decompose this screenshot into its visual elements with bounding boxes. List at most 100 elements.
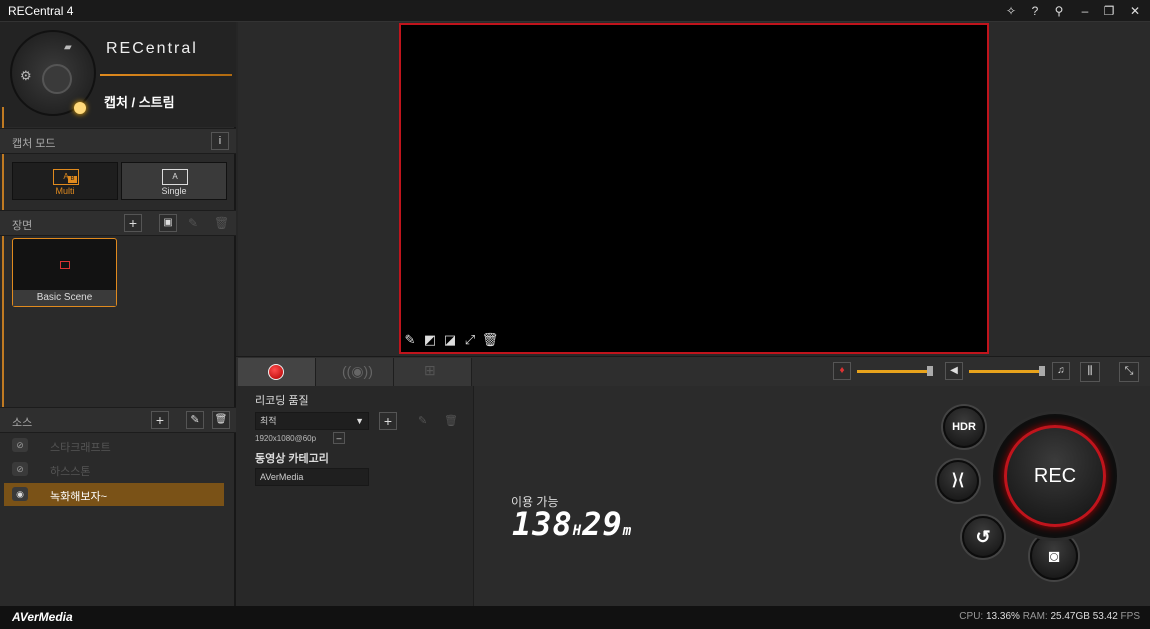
edit-quality-icon[interactable]: ✎ [418,414,427,427]
replay-icon[interactable]: ↺ [962,516,1004,558]
delete-quality-icon[interactable]: 🗑 [444,414,458,427]
gear-icon[interactable]: ⚙ [20,68,32,84]
headphones-icon[interactable]: ♫ [1052,362,1070,380]
quality-label: 리코딩 품질 [255,395,309,407]
multi-mode-button[interactable]: A B Multi [12,162,118,200]
mode-label: 캡처 / 스트림 [104,95,175,110]
minutes-unit: m [622,523,633,539]
close-icon[interactable]: ✕ [1124,2,1146,20]
edit-icon[interactable]: ✎ [401,330,419,350]
camera-icon[interactable]: ◙ [1030,532,1078,580]
scenes-header: 장면 + ▣ ✎ 🗑 [0,210,236,236]
left-panel: ⚙ ▰ RECentral 캡처 / 스트림 캡처 모드 i A B Multi… [0,22,236,606]
scene-label: Basic Scene [13,290,116,306]
logo-underline [100,74,232,76]
recentral-logo: RECentral [106,40,198,57]
rec-button[interactable]: REC [1004,425,1106,527]
trash-icon[interactable]: 🗑 [481,330,499,350]
title-bar: RECentral 4 ✧ ? ⚲ – ❐ ✕ [0,0,1150,22]
single-mode-button[interactable]: A Single [121,162,227,200]
fps-label: FPS [1120,611,1140,622]
tab-network[interactable]: ⊞ [394,358,472,386]
wrench-icon[interactable]: ✧ [1000,2,1022,20]
source-row-selected[interactable]: ◉ 녹화해보자~ [4,483,224,506]
split-icon[interactable]: ⟩⟨ [937,460,979,502]
source-label: 하스스톤 [50,466,91,478]
tab-stream[interactable]: ((◉)) [316,358,394,386]
capture-mode-header: 캡처 모드 i [0,128,236,154]
speaker-icon[interactable]: ◀ [945,362,963,380]
source-row[interactable]: ⊘ 스타크래프트 [4,434,224,457]
fps-value: 53.42 [1092,611,1118,622]
quality-dropdown[interactable]: 최적 ▼ [255,412,369,430]
help-icon[interactable]: ? [1024,2,1046,20]
hours-unit: H [572,523,583,539]
window-title: RECentral 4 [8,4,74,18]
edit-scene-icon[interactable]: ✎ [188,216,198,230]
scene-thumbnail-icon [60,261,70,269]
system-stats: CPU: 13.36% RAM: 25.47GB 53.42 FPS [959,611,1140,622]
aperture-icon [42,64,72,94]
minutes-value: 29 [582,505,623,543]
microphone-mute-icon[interactable]: ♦ [833,362,851,380]
app-window: RECentral 4 ✧ ? ⚲ – ❐ ✕ ⚙ ▰ RECentral 캡처… [0,0,1150,629]
source-row[interactable]: ⊘ 하스스톤 [4,458,224,481]
speaker-volume-knob[interactable] [1038,366,1045,376]
source-label: 스타크래프트 [50,442,111,454]
single-icon: A [162,169,188,185]
add-source-button[interactable]: + [151,411,169,429]
mode-indicator-dot [74,102,86,114]
recording-settings: 리코딩 품질 최적 ▼ + ✎ 🗑 1920x1080@60p – 동영상 카테… [236,386,474,606]
speaker-volume-slider[interactable] [969,370,1044,373]
mic-volume-knob[interactable] [926,366,933,376]
hidden-eye-icon[interactable]: ⊘ [12,462,28,476]
brand-area: ⚙ ▰ RECentral 캡처 / 스트림 [0,22,236,127]
scenes-title: 장면 [12,220,33,232]
category-field[interactable]: AVerMedia [255,468,369,486]
left-footer: AVerMedia [0,606,236,629]
hdr-button[interactable]: HDR [943,406,985,448]
cpu-label: CPU: [959,611,984,622]
mixer-icon[interactable]: ⫼ [1080,362,1100,382]
folder-icon[interactable]: ▰ [64,42,72,53]
delete-source-button[interactable]: 🗑 [212,411,230,429]
add-scene-button[interactable]: + [124,214,142,232]
info-button[interactable]: i [211,132,229,150]
preview-canvas[interactable] [399,23,989,354]
source-label: 녹화해보자~ [50,491,108,503]
restore-icon[interactable]: ❐ [1098,2,1120,20]
category-label: 동영상 카테고리 [255,453,329,465]
ram-value: 25.47GB [1050,611,1090,622]
avermedia-logo: AVerMedia [12,610,73,624]
fit-screen-icon[interactable]: ⤢ [461,330,479,350]
mode-dial[interactable]: ⚙ ▰ [10,30,96,116]
add-quality-button[interactable]: + [379,412,397,430]
edit-source-button[interactable]: ✎ [186,411,204,429]
mic-volume-slider[interactable] [857,370,932,373]
save-scene-icon[interactable]: ▣ [159,214,177,232]
sources-header: 소스 + ✎ 🗑 [0,407,236,433]
pin-icon[interactable]: ⚲ [1048,2,1070,20]
capture-mode-title: 캡처 모드 [12,138,56,150]
status-bar: CPU: 13.36% RAM: 25.47GB 53.42 FPS [236,606,1150,629]
broadcast-icon: ((◉)) [342,363,373,379]
tab-record[interactable] [238,358,316,386]
single-label: Single [161,186,187,196]
sources-title: 소스 [12,417,33,429]
eye-icon[interactable]: ◉ [12,487,28,501]
available-time: 138H29m [512,505,632,543]
delete-scene-icon[interactable]: 🗑 [214,216,229,230]
network-icon: ⊞ [424,362,436,378]
scene-card[interactable]: Basic Scene [12,238,117,307]
record-icon [268,364,284,380]
resolution-text: 1920x1080@60p [255,434,317,443]
hidden-eye-icon[interactable]: ⊘ [12,438,28,452]
send-backward-icon[interactable]: ◪ [441,330,459,350]
cpu-value: 13.36% [985,611,1020,622]
minimize-icon[interactable]: – [1074,2,1096,20]
collapse-button[interactable]: – [333,432,345,444]
bring-forward-icon[interactable]: ◩ [421,330,439,350]
fullscreen-icon[interactable]: ⤡ [1119,362,1139,382]
chevron-down-icon: ▼ [355,416,364,426]
ram-label: RAM: [1022,611,1048,622]
